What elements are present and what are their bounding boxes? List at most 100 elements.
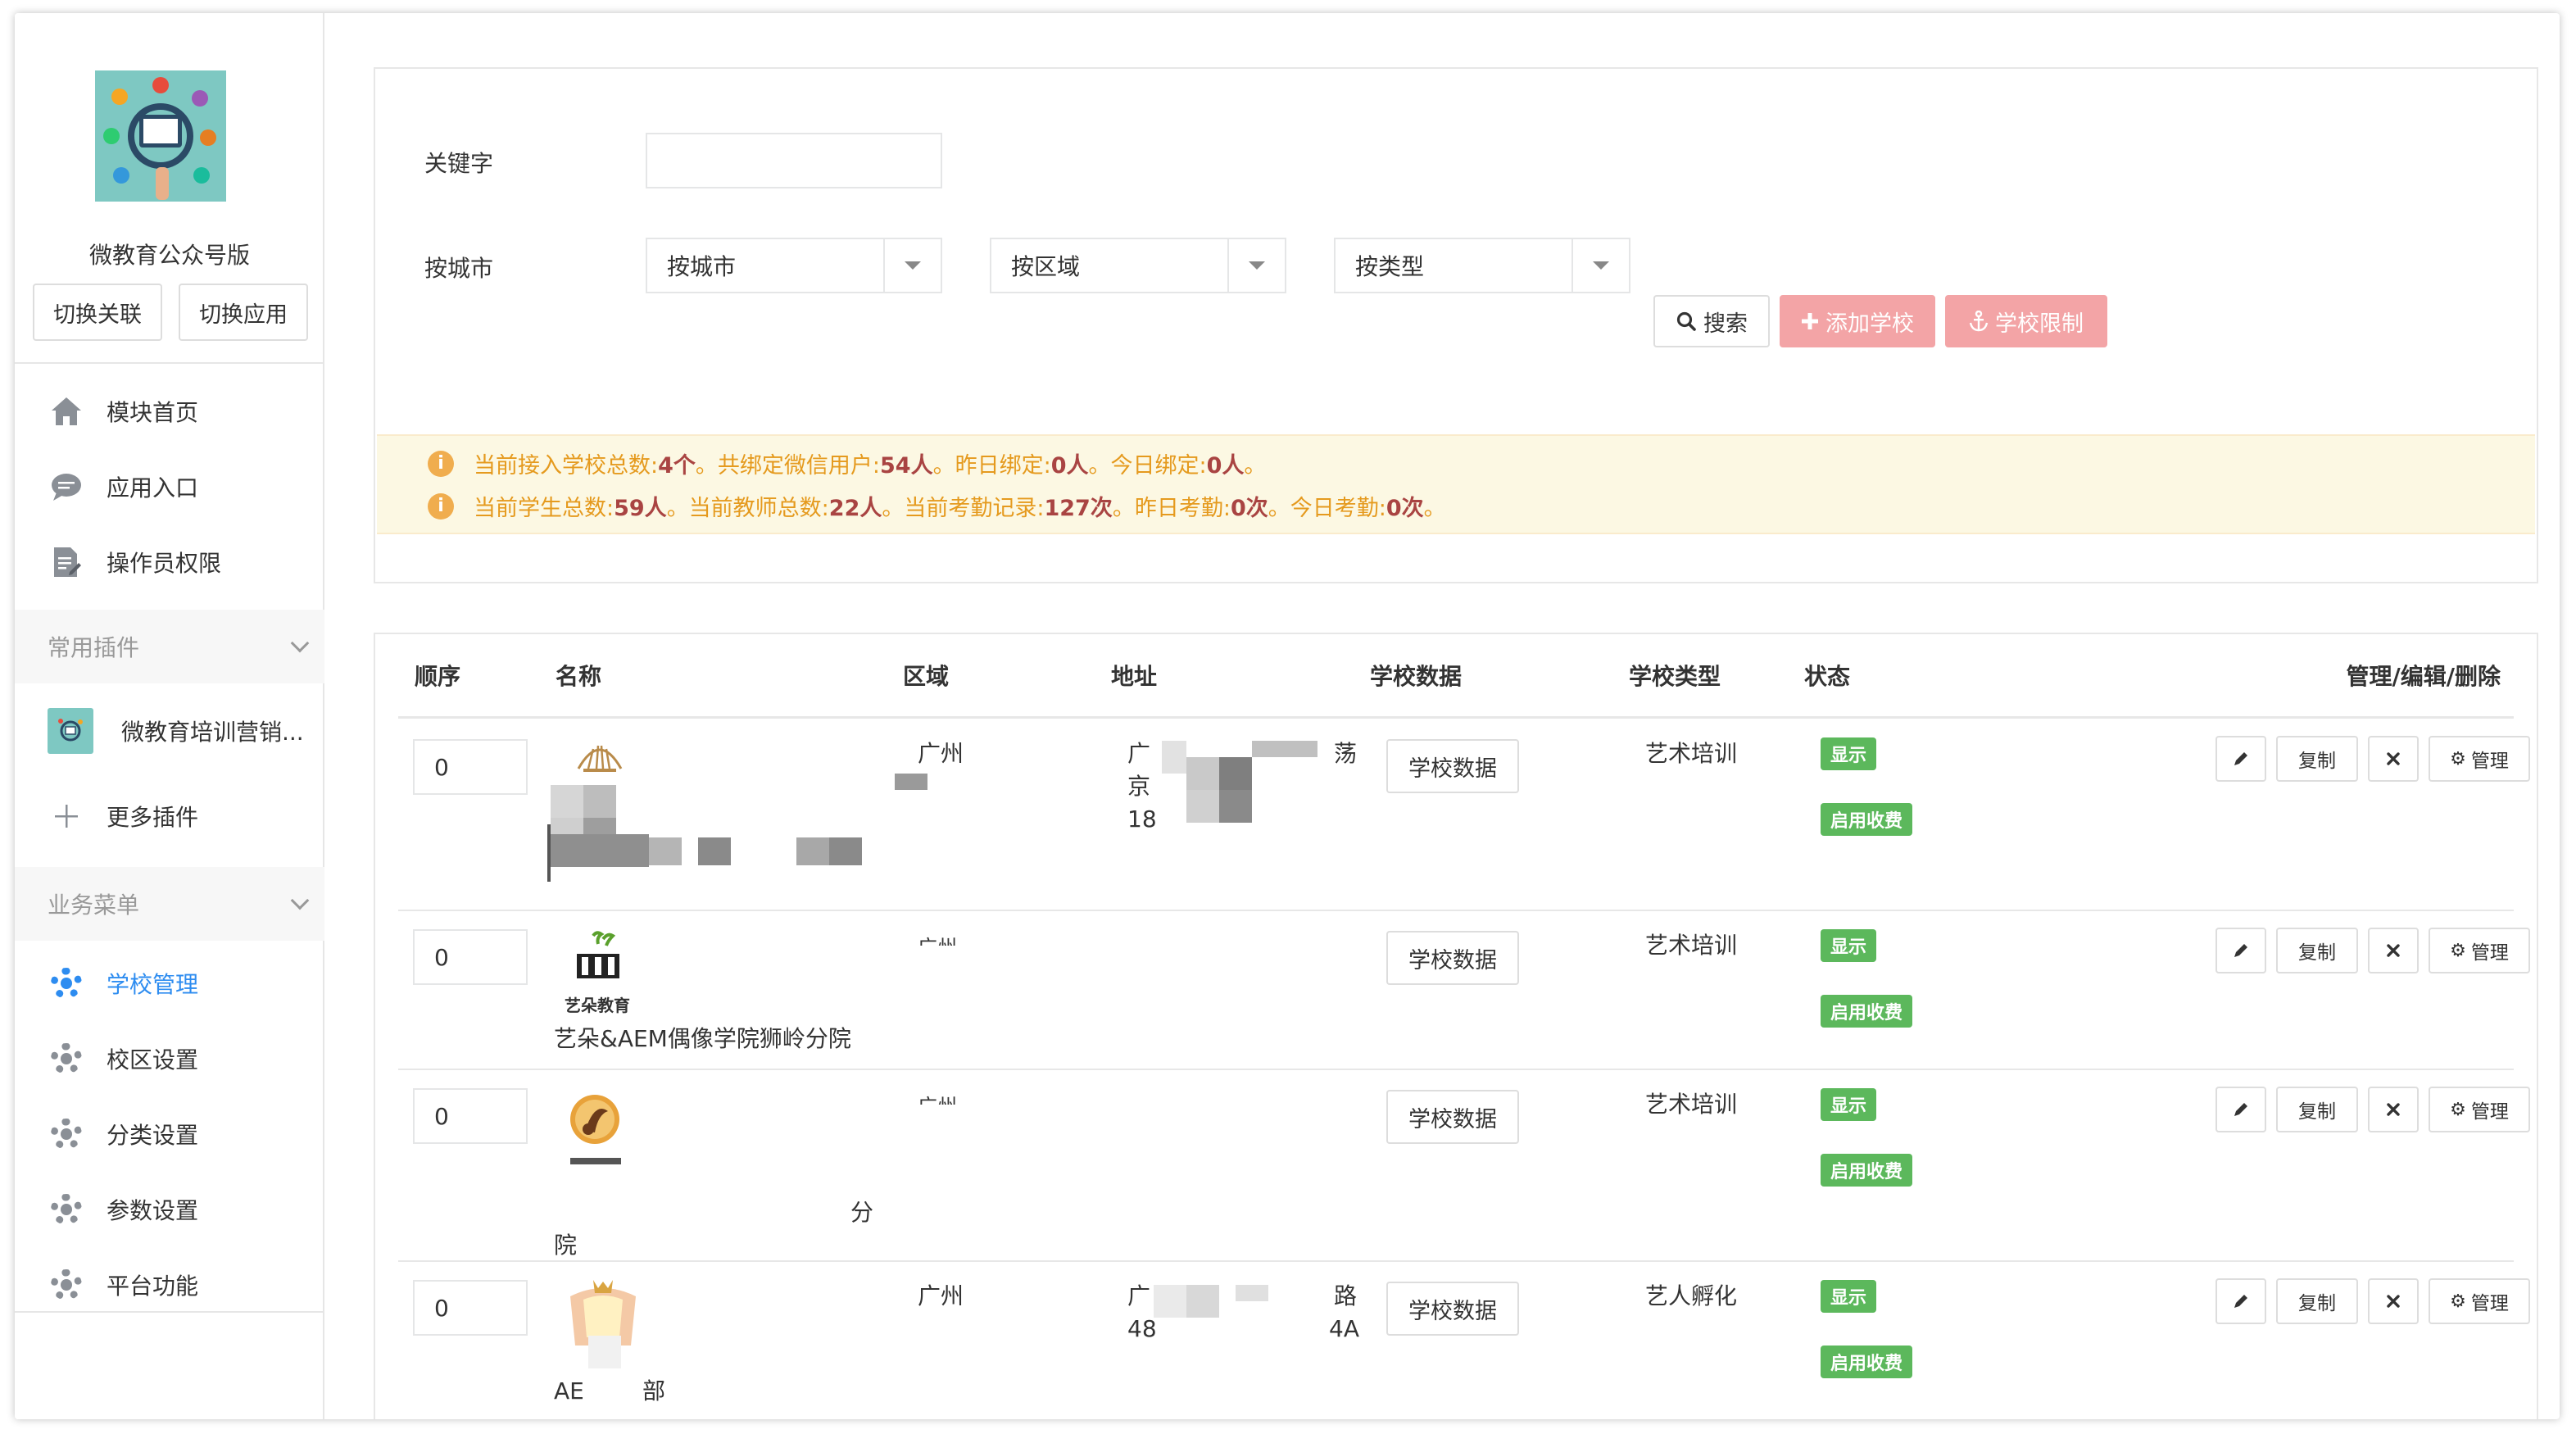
close-icon [2387,1103,2400,1116]
fee-badge: 启用收费 [1821,1154,1913,1187]
copy-button[interactable]: 复制 [2276,1278,2358,1324]
address-line: 广 [1127,1282,1151,1309]
file-edit-icon [49,545,84,579]
manage-button[interactable]: ⚙ 管理 [2429,1278,2530,1324]
sidebar-item-campus-settings[interactable]: 校区设置 [15,1026,324,1091]
stat-text: 。昨日考勤: [1112,496,1231,521]
switch-app-button[interactable]: 切换应用 [179,284,308,341]
school-data-button[interactable]: 学校数据 [1386,739,1519,793]
search-button[interactable]: 搜索 [1653,295,1770,347]
order-input[interactable]: 0 [413,1280,528,1336]
area-cell: 广州 [918,1282,964,1309]
plus-icon [49,799,84,833]
info-icon: i [428,450,454,477]
school-data-button[interactable]: 学校数据 [1386,931,1519,985]
manage-button[interactable]: ⚙ 管理 [2429,928,2530,973]
delete-button[interactable] [2368,1087,2419,1132]
status-badge: 显示 [1821,1280,1877,1313]
area-select[interactable]: 按区域 [990,238,1286,293]
col-status: 状态 [1804,663,1851,690]
sidebar-item-label: 模块首页 [107,399,199,426]
school-data-button[interactable]: 学校数据 [1386,1282,1519,1336]
edit-button[interactable] [2215,928,2266,973]
order-input[interactable]: 0 [413,1088,528,1144]
manage-button[interactable]: ⚙ 管理 [2429,1087,2530,1132]
filter-panel: 关键字 按城市 按城市 按区域 按类型 搜索 添加学校 学校限制 i 当前接入学… [374,67,2538,583]
plugins-group-header[interactable]: 常用插件 [15,610,324,683]
add-school-button[interactable]: 添加学校 [1780,295,1935,347]
area-cell: 广州 [918,740,964,767]
fee-badge: 启用收费 [1821,803,1913,836]
stat-text: 当前学生总数: [474,496,615,521]
school-type-cell: 艺术培训 [1645,740,1738,767]
sidebar-item-module-home[interactable]: 模块首页 [15,379,324,444]
manage-button-label: 管理 [2470,1101,2509,1123]
pencil-icon [2234,752,2247,765]
comment-icon [49,470,84,504]
gear-icon [49,1117,84,1151]
address-tail: 路 [1334,1282,1358,1309]
manage-button[interactable]: ⚙ 管理 [2429,736,2530,782]
sidebar-item-operator-permissions[interactable]: 操作员权限 [15,529,324,595]
school-logo [572,736,628,778]
plus-icon [1802,313,1818,329]
edit-button[interactable] [2215,1278,2266,1324]
address-line: 广 [1127,740,1151,767]
keyword-input[interactable] [646,133,942,188]
close-icon [2387,1295,2400,1308]
add-school-button-label: 添加学校 [1825,311,1914,337]
school-limit-button[interactable]: 学校限制 [1945,295,2107,347]
col-school-type: 学校类型 [1629,663,1721,690]
home-icon [49,394,84,429]
delete-button[interactable] [2368,1278,2419,1324]
type-select[interactable]: 按类型 [1334,238,1630,293]
chevron-down-icon [290,633,310,653]
school-type-cell: 艺人孵化 [1645,1282,1738,1309]
sidebar-item-school-management[interactable]: 学校管理 [15,951,324,1016]
stat-text: 当前接入学校总数: [474,453,659,479]
switch-link-button[interactable]: 切换关联 [33,284,162,341]
col-address: 地址 [1111,663,1158,690]
delete-button[interactable] [2368,928,2419,973]
sidebar-item-parameter-settings[interactable]: 参数设置 [15,1177,324,1242]
copy-button[interactable]: 复制 [2276,928,2358,973]
anchor-icon [1969,311,1989,332]
school-name-cell: AE [554,1377,584,1405]
sidebar-item-category-settings[interactable]: 分类设置 [15,1101,324,1167]
app-logo [95,70,226,202]
gear-icon [49,966,84,1001]
caret-down-icon [1571,239,1629,292]
city-select[interactable]: 按城市 [646,238,942,293]
sidebar-item-more-plugins[interactable]: 更多插件 [15,783,324,849]
sidebar-item-label: 应用入口 [107,474,199,501]
fee-badge: 启用收费 [1821,1346,1913,1378]
school-logo-caption [570,1158,621,1164]
fee-badge: 启用收费 [1821,995,1913,1028]
sidebar-item-plugin-marketing[interactable]: 微教育培训营销... [15,698,324,764]
edit-button[interactable] [2215,736,2266,782]
app-name: 微教育公众号版 [88,242,250,269]
stat-value: 59人 [614,496,667,521]
edit-button[interactable] [2215,1087,2266,1132]
delete-button[interactable] [2368,736,2419,782]
copy-button[interactable]: 复制 [2276,1087,2358,1132]
business-group-header[interactable]: 业务菜单 [15,867,324,941]
sidebar-item-app-entry[interactable]: 应用入口 [15,454,324,520]
copy-button[interactable]: 复制 [2276,736,2358,782]
gear-icon [49,1041,84,1076]
gear-icon [49,1192,84,1227]
stat-value: 54人 [880,453,933,479]
stat-text: 。昨日绑定: [932,453,1051,479]
order-input[interactable]: 0 [413,929,528,985]
city-select-value: 按城市 [667,253,737,280]
sidebar-item-platform-functions[interactable]: 平台功能 [15,1252,324,1318]
city-label: 按城市 [424,255,494,282]
school-data-button[interactable]: 学校数据 [1386,1090,1519,1144]
address-line: 18 [1127,805,1157,833]
stats-line-2: i 当前学生总数:59人。当前教师总数:22人。当前考勤记录:127次。昨日考勤… [428,490,1446,522]
order-input[interactable]: 0 [413,739,528,795]
sidebar-item-label: 平台功能 [107,1273,199,1300]
status-badge: 显示 [1821,929,1877,962]
cog-icon: ⚙ [2450,748,2466,769]
school-type-cell: 艺术培训 [1645,932,1738,959]
